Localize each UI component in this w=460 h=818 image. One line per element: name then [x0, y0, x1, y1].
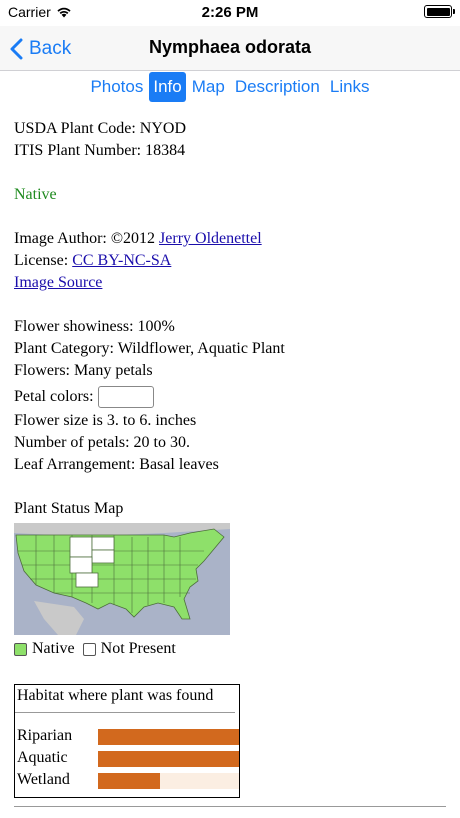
habitat-bar: [98, 773, 160, 789]
image-author-prefix: Image Author: ©2012: [14, 230, 160, 247]
license-prefix: License:: [14, 252, 73, 269]
habitat-row: Riparian: [17, 727, 239, 747]
habitat-title: Habitat where plant was found: [15, 685, 235, 713]
petal-color-swatch: [97, 386, 154, 409]
tab-info[interactable]: Info: [149, 72, 186, 102]
flowers: Flowers: Many petals: [14, 362, 153, 379]
habitat-label: Aquatic: [17, 749, 68, 766]
battery-icon: [424, 5, 455, 18]
tab-photos[interactable]: Photos: [86, 72, 147, 102]
petal-colors-label: Petal colors:: [14, 388, 94, 405]
navigation-bar: Back Nymphaea odorata: [0, 26, 460, 71]
legend-native-swatch: [14, 642, 27, 656]
usda-code: USDA Plant Code: NYOD: [14, 120, 187, 137]
legend-native-label: Native: [32, 640, 75, 657]
page-title: Nymphaea odorata: [148, 37, 312, 57]
tab-map[interactable]: Map: [188, 72, 229, 102]
legend-not-present-swatch: [82, 642, 96, 656]
flower-showiness: Flower showiness: 100%: [14, 318, 175, 335]
habitat-label: Wetland: [17, 771, 70, 788]
flower-size: Flower size is 3. to 6. inches: [14, 412, 197, 429]
map-legend: Native Not Present: [14, 640, 184, 658]
legend-not-present-label: Not Present: [100, 640, 176, 657]
status-bar: Carrier 2:26 PM: [0, 0, 460, 26]
petal-colors: Petal colors:: [14, 382, 446, 410]
image-author-link[interactable]: Jerry Oldenettel: [159, 230, 262, 247]
info-content: USDA Plant Code: NYOD ITIS Plant Number:…: [14, 118, 446, 520]
habitat-label: Riparian: [17, 727, 73, 744]
plant-status-map: [14, 523, 230, 635]
status-map-title: Plant Status Map: [14, 500, 124, 517]
license-link[interactable]: CC BY-NC-SA: [72, 252, 171, 269]
habitat-bar-track: [98, 729, 239, 745]
habitat-row: Wetland: [17, 771, 239, 791]
itis-number: ITIS Plant Number: 18384: [14, 142, 186, 159]
habitat-bar-track: [98, 773, 239, 789]
leaf-arrangement: Leaf Arrangement: Basal leaves: [14, 456, 219, 473]
habitat-bar: [98, 751, 239, 767]
license: License: CC BY-NC-SA: [14, 250, 446, 272]
habitat-bar-track: [98, 751, 239, 767]
legend-item-not-present: Not Present: [82, 640, 176, 658]
habitat-row: Aquatic: [17, 749, 239, 769]
habitat-box: Habitat where plant was found Riparian Aq…: [14, 684, 240, 798]
petal-count: Number of petals: 20 to 30.: [14, 434, 190, 451]
tab-bar: Photos Info Map Description Links: [0, 72, 460, 104]
habitat-bar: [98, 729, 239, 745]
status-time: 2:26 PM: [201, 4, 259, 21]
plant-category: Plant Category: Wildflower, Aquatic Plan…: [14, 340, 285, 357]
legend-item-native: Native: [14, 640, 75, 658]
image-author: Image Author: ©2012 Jerry Oldenettel: [14, 228, 446, 250]
native-status: Native: [14, 186, 57, 203]
image-source-link[interactable]: Image Source: [14, 274, 102, 291]
divider: [14, 806, 446, 807]
tab-description[interactable]: Description: [231, 72, 324, 102]
tab-links[interactable]: Links: [326, 72, 374, 102]
